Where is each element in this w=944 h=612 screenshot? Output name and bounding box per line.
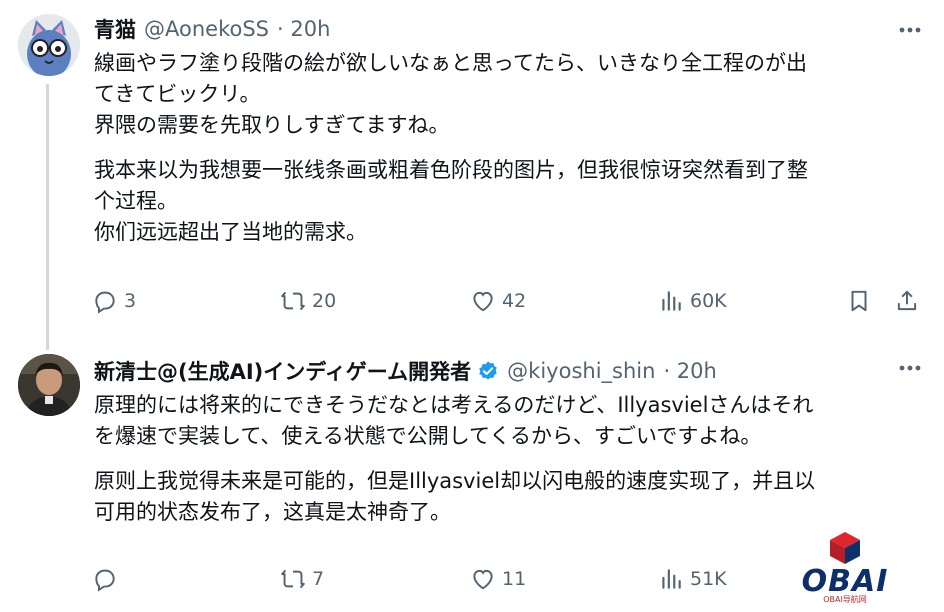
text-line: 原理的には将来的にできそうだなとは考えるのだけど、Illyasvielさんはそれ — [94, 393, 814, 417]
avatar[interactable] — [18, 14, 80, 76]
cat-avatar-icon — [18, 14, 80, 76]
like-button[interactable]: 11 — [470, 564, 526, 594]
text-line: 个过程。 — [94, 189, 178, 213]
tweet: 青猫 @AonekoSS · 20h 線画やラフ塗り段階の絵が欲しいなぁと思って… — [0, 0, 944, 338]
user-handle[interactable]: @AonekoSS — [144, 17, 269, 41]
display-name[interactable]: 青猫 — [94, 14, 136, 44]
text-line: 可用的状态发布了，这真是太神奇了。 — [94, 500, 451, 524]
view-count: 51K — [690, 568, 727, 590]
reply-button[interactable] — [92, 564, 124, 594]
retweet-icon — [281, 569, 305, 589]
heart-icon — [473, 291, 493, 312]
reply-icon — [95, 569, 115, 592]
reply-button[interactable]: 3 — [92, 286, 136, 316]
view-count: 60K — [690, 290, 727, 312]
bookmark-icon — [851, 290, 867, 312]
text-line: 我本来以为我想要一张线条画或粗着色阶段的图片，但我很惊讶突然看到了整 — [94, 158, 808, 182]
tweet-text: 原理的には将来的にできそうだなとは考えるのだけど、Illyasvielさんはそれ… — [94, 390, 924, 528]
like-count: 42 — [502, 290, 527, 312]
retweet-count: 7 — [312, 568, 325, 590]
tweet-time[interactable]: · 20h — [663, 359, 716, 383]
text-line: を爆速で実装して、使える状態で公開してくるから、すごいですよね。 — [94, 424, 762, 448]
views-button[interactable]: 51K — [658, 564, 727, 594]
tweet-actions: 3 20 42 60K — [92, 286, 928, 316]
reply-count: 3 — [124, 290, 137, 312]
text-line: 你们远远超出了当地的需求。 — [94, 220, 367, 244]
retweet-button[interactable]: 20 — [280, 286, 336, 316]
more-options-icon[interactable] — [896, 358, 924, 378]
text-line: 線画やラフ塗り段階の絵が欲しいなぁと思ってたら、いきなり全工程のが出 — [94, 51, 807, 75]
share-icon — [897, 290, 917, 311]
tweet-time[interactable]: · 20h — [277, 17, 330, 41]
tweet-header: 青猫 @AonekoSS · 20h — [94, 14, 330, 44]
user-handle[interactable]: @kiyoshi_shin — [507, 359, 655, 383]
display-name[interactable]: 新清士@(生成AI)インディゲーム開発者 — [94, 356, 471, 386]
like-button[interactable]: 42 — [470, 286, 526, 316]
cube-logo-icon — [830, 532, 860, 564]
tweet-header: 新清士@(生成AI)インディゲーム開発者 @kiyoshi_shin · 20h — [94, 356, 717, 386]
person-avatar-icon — [18, 354, 80, 416]
views-button[interactable]: 60K — [658, 286, 727, 316]
retweet-button[interactable]: 7 — [280, 564, 324, 594]
text-line: 界隈の需要を先取りしすぎてますね。 — [94, 113, 450, 137]
retweet-count: 20 — [312, 290, 337, 312]
like-count: 11 — [502, 568, 527, 590]
share-button[interactable] — [894, 286, 926, 316]
bookmark-button[interactable] — [846, 286, 878, 316]
retweet-icon — [281, 291, 305, 311]
watermark-logo: OBAI OBAI导航网 — [790, 528, 900, 604]
avatar[interactable] — [18, 354, 80, 416]
heart-icon — [473, 569, 493, 590]
views-chart-icon — [662, 291, 681, 311]
verified-badge-icon — [479, 361, 497, 380]
tweet-text: 線画やラフ塗り段階の絵が欲しいなぁと思ってたら、いきなり全工程のが出 てきてビッ… — [94, 48, 924, 248]
text-line: 原则上我觉得未来是可能的，但是Illyasviel却以闪电般的速度实现了，并且以 — [94, 469, 816, 493]
reply-icon — [95, 291, 115, 314]
text-line: てきてビックリ。 — [94, 82, 261, 106]
watermark-subtext: OBAI导航网 — [823, 595, 867, 604]
views-chart-icon — [662, 569, 681, 589]
more-options-icon[interactable] — [896, 20, 924, 40]
